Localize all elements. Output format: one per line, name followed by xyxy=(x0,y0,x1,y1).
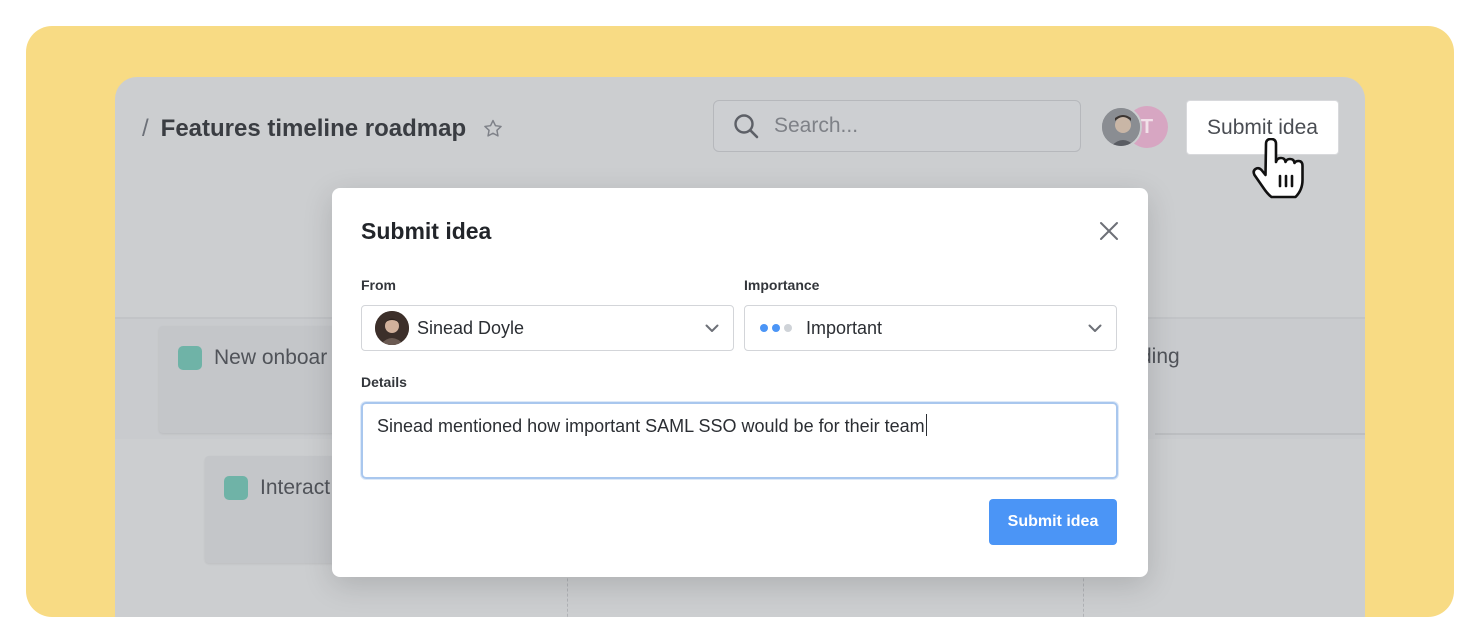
row-divider xyxy=(1155,433,1365,435)
importance-select[interactable]: Important xyxy=(744,305,1117,351)
text-caret xyxy=(925,414,928,436)
card-title: New onboar xyxy=(214,346,328,369)
submit-idea-modal: Submit idea From Importance Sinead Doyle… xyxy=(332,188,1148,577)
details-label: Details xyxy=(361,374,407,390)
from-value: Sinead Doyle xyxy=(417,317,525,338)
details-text: Sinead mentioned how important SAML SSO … xyxy=(377,416,925,436)
modal-title: Submit idea xyxy=(361,218,492,244)
importance-value: Important xyxy=(806,317,883,338)
avatar-sinead xyxy=(375,311,409,345)
page-title: Features timeline roadmap xyxy=(160,115,467,142)
breadcrumb-separator: / xyxy=(142,115,149,142)
breadcrumb: / Features timeline roadmap xyxy=(142,115,504,143)
search-input[interactable] xyxy=(772,113,1056,139)
avatar-user xyxy=(1100,106,1142,148)
hand-pointer-icon xyxy=(1252,138,1304,199)
details-textarea[interactable]: Sinead mentioned how important SAML SSO … xyxy=(361,402,1118,479)
collaborator-avatars[interactable]: T xyxy=(1100,106,1170,150)
close-icon[interactable] xyxy=(1098,220,1120,242)
card-title: Interact xyxy=(260,476,331,499)
from-select[interactable]: Sinead Doyle xyxy=(361,305,734,351)
search-bar[interactable] xyxy=(713,100,1081,152)
search-icon xyxy=(734,114,759,139)
importance-dots-icon xyxy=(760,324,796,332)
submit-idea-button[interactable]: Submit idea xyxy=(989,499,1117,545)
card-tag xyxy=(178,346,202,370)
star-icon[interactable] xyxy=(482,118,504,140)
from-label: From xyxy=(361,277,396,293)
chevron-down-icon xyxy=(1088,324,1102,332)
importance-label: Importance xyxy=(744,277,820,293)
card-tag xyxy=(224,476,248,500)
chevron-down-icon xyxy=(705,324,719,332)
